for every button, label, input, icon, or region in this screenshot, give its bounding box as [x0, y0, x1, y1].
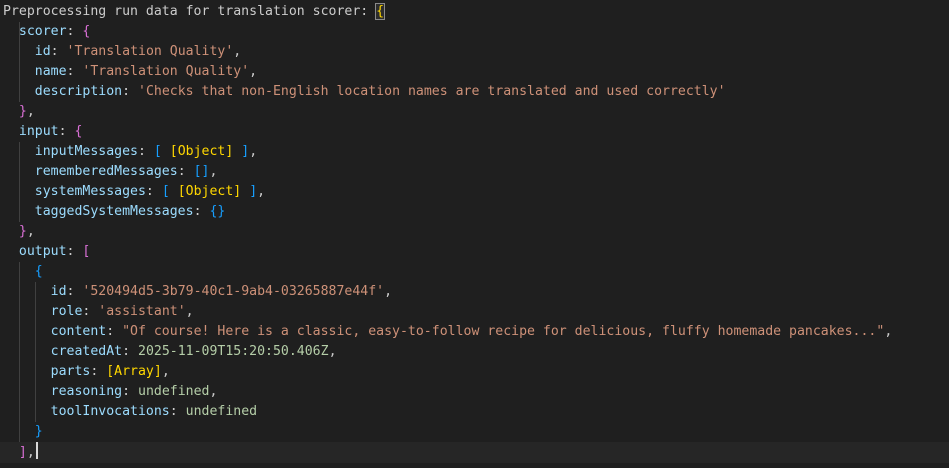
property-key: id: [34, 44, 51, 59]
property-key: input: [18, 124, 59, 139]
code-line: scorer: {: [18, 24, 91, 39]
bracket: {: [34, 264, 43, 279]
property-key: parts: [50, 364, 91, 379]
code-line: },: [18, 104, 35, 119]
code-line: {: [3, 262, 43, 282]
text-cursor: [35, 442, 38, 459]
bracket: {: [74, 124, 83, 139]
code-line: taggedSystemMessages: {}: [34, 204, 226, 219]
code-line: }: [3, 422, 43, 442]
code-line: id: '520494d5-3b79-40c1-9ab4-03265887e44…: [50, 284, 393, 299]
array-value: []: [193, 164, 210, 179]
string-value: 'Checks that non-English location names …: [138, 84, 726, 99]
code-line: name: 'Translation Quality',: [34, 64, 258, 79]
string-value: "Of course! Here is a classic, easy-to-f…: [122, 324, 885, 339]
code-line: id: 'Translation Quality',: [34, 44, 242, 59]
property-key: scorer: [18, 24, 67, 39]
bracket: ]: [18, 445, 27, 460]
array-value: [Array]: [106, 364, 162, 379]
date-value: 2025-11-09T15:20:50.406Z: [138, 344, 329, 359]
object-value: {}: [209, 204, 226, 219]
code-line: createdAt: 2025-11-09T15:20:50.406Z,: [50, 344, 337, 359]
code-line: content: "Of course! Here is a classic, …: [50, 324, 893, 339]
object-value: [Object]: [169, 144, 234, 159]
property-key: id: [50, 284, 67, 299]
property-key: description: [34, 84, 123, 99]
bracket: {: [82, 24, 91, 39]
code-line: Preprocessing run data for translation s…: [3, 2, 386, 22]
property-key: output: [18, 244, 67, 259]
undefined-value: undefined: [138, 384, 210, 399]
bracket: }: [18, 224, 27, 239]
code-line: inputMessages: [ [Object] ],: [34, 144, 258, 159]
property-key: createdAt: [50, 344, 123, 359]
code-line: role: 'assistant',: [50, 304, 194, 319]
property-key: rememberedMessages: [34, 164, 178, 179]
matched-bracket: {: [375, 3, 386, 20]
property-key: taggedSystemMessages: [34, 204, 194, 219]
bracket: [: [82, 244, 91, 259]
string-value: '520494d5-3b79-40c1-9ab4-03265887e44f': [82, 284, 385, 299]
code-editor[interactable]: Preprocessing run data for translation s…: [0, 0, 949, 468]
string-value: 'assistant': [98, 304, 186, 319]
property-key: role: [50, 304, 83, 319]
property-key: name: [34, 64, 67, 79]
log-label: Preprocessing run data for translation s…: [3, 4, 377, 19]
bracket: }: [18, 104, 27, 119]
code-line: parts: [Array],: [50, 364, 170, 379]
property-key: reasoning: [50, 384, 123, 399]
undefined-value: undefined: [185, 404, 258, 419]
object-value: [Object]: [177, 184, 242, 199]
property-key: content: [50, 324, 107, 339]
code-line: systemMessages: [ [Object] ],: [34, 184, 266, 199]
code-line: description: 'Checks that non-English lo…: [34, 84, 726, 99]
code-line: reasoning: undefined,: [50, 384, 218, 399]
code-line: toolInvocations: undefined: [50, 404, 258, 419]
current-line-highlight: [0, 442, 949, 463]
code-line: output: [: [18, 244, 91, 259]
property-key: toolInvocations: [50, 404, 170, 419]
property-key: systemMessages: [34, 184, 146, 199]
code-line-current: ],: [3, 442, 38, 462]
code-line: rememberedMessages: [],: [34, 164, 218, 179]
string-value: 'Translation Quality': [82, 64, 250, 79]
string-value: 'Translation Quality': [66, 44, 234, 59]
code-line: },: [18, 224, 35, 239]
property-key: inputMessages: [34, 144, 138, 159]
bracket: }: [34, 424, 43, 439]
code-line: input: {: [18, 124, 83, 139]
